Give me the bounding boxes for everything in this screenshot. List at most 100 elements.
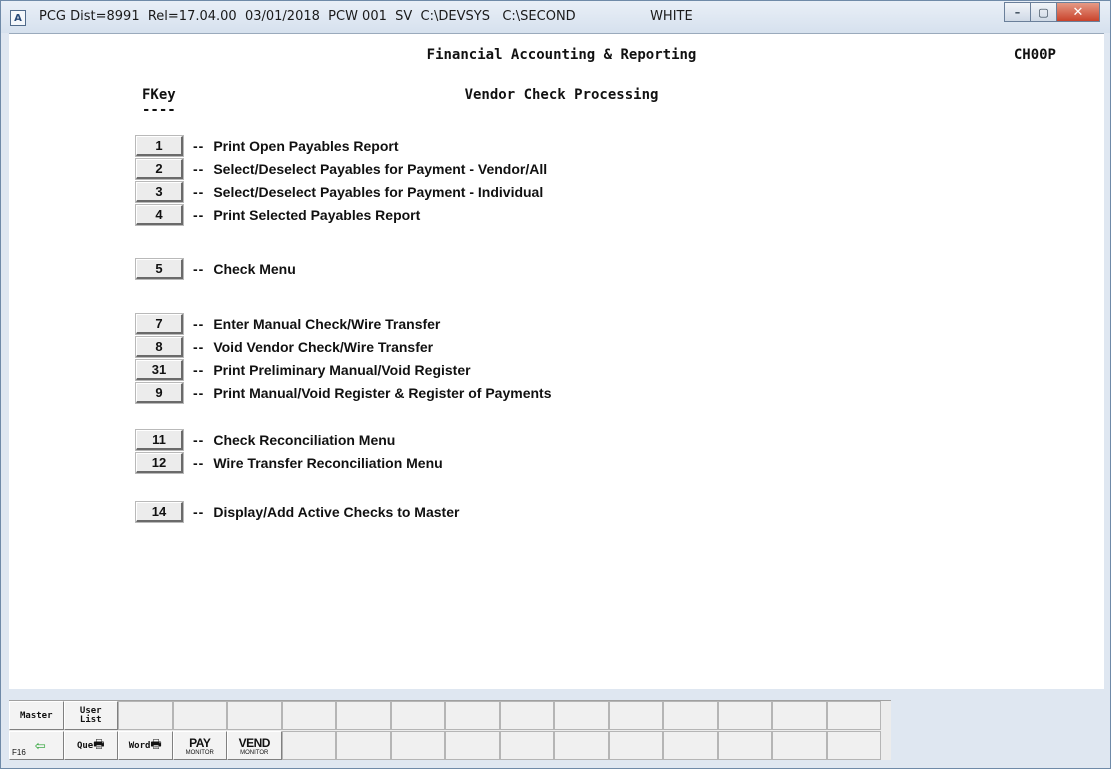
separator: --: [193, 316, 205, 332]
menu-item-label: Select/Deselect Payables for Payment - I…: [213, 184, 544, 200]
menu-item-manual-void-register: 9 -- Print Manual/Void Register & Regist…: [136, 382, 551, 404]
toolbar-row-top: Master User List: [9, 701, 881, 730]
f16-label: F16: [12, 748, 26, 757]
bottom-toolbar: Master User List F16 ⇦ Que 🖶 Word 🖶 PAY …: [9, 700, 891, 760]
terminal-screen: Financial Accounting & Reporting CH00P F…: [9, 33, 1104, 689]
fkey-9-button[interactable]: 9: [136, 383, 183, 403]
fkey-2-button[interactable]: 2: [136, 159, 183, 179]
toolbar-slot[interactable]: [118, 701, 173, 730]
menu-item-check-menu: 5 -- Check Menu: [136, 258, 296, 280]
toolbar-slot[interactable]: [826, 701, 881, 730]
back-f16-button[interactable]: F16 ⇦: [9, 731, 64, 760]
menu-item-active-checks: 14 -- Display/Add Active Checks to Maste…: [136, 501, 459, 523]
toolbar-slot[interactable]: [336, 731, 391, 760]
fkey-5-button[interactable]: 5: [136, 259, 183, 279]
toolbar-slot[interactable]: [772, 701, 827, 730]
menu-item-label: Wire Transfer Reconciliation Menu: [213, 455, 443, 471]
menu-item-enter-manual-check: 7 -- Enter Manual Check/Wire Transfer: [136, 313, 440, 335]
fkey-1-button[interactable]: 1: [136, 136, 183, 156]
app-icon[interactable]: A: [10, 10, 26, 26]
toolbar-slot[interactable]: [336, 701, 391, 730]
vend-monitor-label: MONITOR: [240, 749, 269, 756]
toolbar-slot[interactable]: [608, 701, 663, 730]
window-title: PCG Dist=8991 Rel=17.04.00 03/01/2018 PC…: [39, 9, 693, 24]
menu-item-label: Enter Manual Check/Wire Transfer: [213, 316, 441, 332]
fkey-8-button[interactable]: 8: [136, 337, 183, 357]
menu-item-void-vendor-check: 8 -- Void Vendor Check/Wire Transfer: [136, 336, 433, 358]
fkey-3-button[interactable]: 3: [136, 182, 183, 202]
word-print-button[interactable]: Word 🖶: [118, 731, 173, 760]
menu-item-print-open-payables: 1 -- Print Open Payables Report: [136, 135, 399, 157]
toolbar-slot[interactable]: [445, 701, 500, 730]
toolbar-slot[interactable]: [554, 701, 609, 730]
menu-item-check-reconciliation: 11 -- Check Reconciliation Menu: [136, 429, 395, 451]
separator: --: [193, 161, 205, 177]
toolbar-slot[interactable]: [826, 731, 881, 760]
menu-item-print-selected-payables: 4 -- Print Selected Payables Report: [136, 204, 420, 226]
screen-code: CH00P: [1013, 47, 1056, 63]
toolbar-slot[interactable]: [227, 701, 282, 730]
fkey-header-rule: ----: [142, 102, 176, 118]
toolbar-slot[interactable]: [663, 701, 718, 730]
toolbar-slot[interactable]: [390, 731, 445, 760]
separator: --: [193, 455, 205, 471]
menu-item-label: Check Menu: [213, 261, 296, 277]
toolbar-slot[interactable]: [554, 731, 609, 760]
separator: --: [193, 138, 205, 154]
menu-item-label: Select/Deselect Payables for Payment - V…: [213, 161, 548, 177]
menu-item-label: Check Reconciliation Menu: [213, 432, 396, 448]
menu-item-label: Print Manual/Void Register & Register of…: [213, 385, 552, 401]
toolbar-slot[interactable]: [772, 731, 827, 760]
toolbar-slot[interactable]: [281, 701, 336, 730]
separator: --: [193, 207, 205, 223]
fkey-14-button[interactable]: 14: [136, 502, 183, 522]
separator: --: [193, 261, 205, 277]
fkey-12-button[interactable]: 12: [136, 453, 183, 473]
master-label: Master: [19, 710, 53, 721]
minimize-button[interactable]: –: [1004, 2, 1030, 22]
user-list-bottom-label: List: [79, 714, 102, 725]
separator: --: [193, 362, 205, 378]
toolbar-slot[interactable]: [172, 701, 227, 730]
menu-item-label: Void Vendor Check/Wire Transfer: [213, 339, 434, 355]
pay-monitor-button[interactable]: PAY MONITOR: [172, 731, 227, 760]
menu-item-preliminary-register: 31 -- Print Preliminary Manual/Void Regi…: [136, 359, 471, 381]
word-label: Word: [128, 740, 151, 751]
menu-item-label: Print Open Payables Report: [213, 138, 399, 154]
fkey-4-button[interactable]: 4: [136, 205, 183, 225]
pay-monitor-label: MONITOR: [185, 749, 214, 756]
toolbar-slot[interactable]: [663, 731, 718, 760]
fkey-11-button[interactable]: 11: [136, 430, 183, 450]
title-bar: A PCG Dist=8991 Rel=17.04.00 03/01/2018 …: [1, 1, 1110, 33]
vend-label: VEND: [238, 735, 271, 750]
que-print-button[interactable]: Que 🖶: [63, 731, 118, 760]
printer-icon: 🖶: [150, 737, 162, 751]
user-list-button[interactable]: User List: [63, 701, 118, 730]
vend-monitor-button[interactable]: VEND MONITOR: [227, 731, 282, 760]
window-controls: – ▢ ✕: [1004, 2, 1100, 22]
toolbar-slot[interactable]: [717, 701, 772, 730]
toolbar-slot[interactable]: [717, 731, 772, 760]
separator: --: [193, 432, 205, 448]
pay-label: PAY: [189, 735, 211, 750]
printer-icon: 🖶: [93, 737, 105, 751]
fkey-31-button[interactable]: 31: [136, 360, 183, 380]
close-button[interactable]: ✕: [1056, 2, 1100, 22]
separator: --: [193, 504, 205, 520]
toolbar-slot[interactable]: [390, 701, 445, 730]
toolbar-slot[interactable]: [499, 701, 554, 730]
menu-item-select-vendor-all: 2 -- Select/Deselect Payables for Paymen…: [136, 158, 547, 180]
menu-item-select-individual: 3 -- Select/Deselect Payables for Paymen…: [136, 181, 543, 203]
maximize-button[interactable]: ▢: [1030, 2, 1056, 22]
separator: --: [193, 184, 205, 200]
toolbar-slot[interactable]: [445, 731, 500, 760]
que-label: Que: [76, 740, 94, 751]
toolbar-slot[interactable]: [608, 731, 663, 760]
toolbar-slot[interactable]: [281, 731, 336, 760]
page-title: Financial Accounting & Reporting: [426, 47, 697, 63]
master-button[interactable]: Master: [9, 701, 64, 730]
menu-item-label: Print Preliminary Manual/Void Register: [213, 362, 471, 378]
back-arrow-icon: ⇦: [34, 734, 46, 756]
fkey-7-button[interactable]: 7: [136, 314, 183, 334]
toolbar-slot[interactable]: [499, 731, 554, 760]
